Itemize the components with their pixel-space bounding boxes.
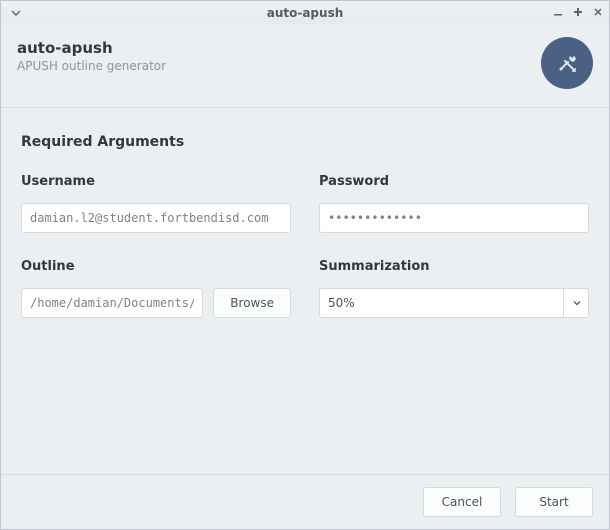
- window-title: auto-apush: [1, 6, 609, 20]
- window-menu-icon[interactable]: [7, 8, 25, 18]
- summarization-label: Summarization: [319, 259, 589, 274]
- username-label: Username: [21, 174, 291, 189]
- outline-label: Outline: [21, 259, 291, 274]
- summarization-select[interactable]: [319, 288, 589, 318]
- tools-icon: [541, 37, 593, 89]
- password-input[interactable]: [319, 203, 589, 233]
- browse-button[interactable]: Browse: [213, 288, 291, 318]
- password-label: Password: [319, 174, 589, 189]
- minimize-button[interactable]: [553, 6, 563, 20]
- titlebar: auto-apush: [1, 1, 609, 25]
- maximize-button[interactable]: [573, 6, 583, 20]
- app-window: auto-apush auto-apush APUSH outline gene…: [0, 0, 610, 530]
- outline-path-input[interactable]: [21, 288, 203, 318]
- section-title: Required Arguments: [21, 134, 589, 150]
- footer: Cancel Start: [1, 474, 609, 529]
- username-input[interactable]: [21, 203, 291, 233]
- header: auto-apush APUSH outline generator: [1, 25, 609, 108]
- content-area: Required Arguments Username Password Out…: [1, 108, 609, 474]
- app-subtitle: APUSH outline generator: [17, 59, 166, 73]
- summarization-value[interactable]: [319, 288, 589, 318]
- app-name: auto-apush: [17, 39, 166, 57]
- start-button[interactable]: Start: [515, 487, 593, 517]
- cancel-button[interactable]: Cancel: [423, 487, 501, 517]
- close-button[interactable]: [593, 6, 603, 20]
